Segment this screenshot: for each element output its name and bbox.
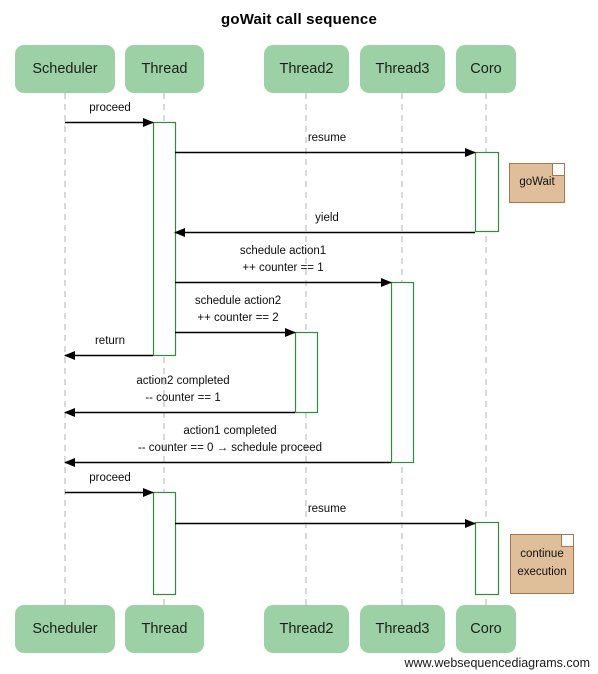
actor-footer-scheduler[interactable]: Scheduler xyxy=(15,605,115,653)
source-credit: www.websequencediagrams.com xyxy=(404,656,590,670)
message-label-1: resume xyxy=(308,130,346,147)
message-label-4: schedule action2 ++ counter == 2 xyxy=(195,293,281,327)
actor-header-scheduler[interactable]: Scheduler xyxy=(15,45,115,93)
note-text-line: execution xyxy=(517,566,567,578)
message-label-line: schedule action2 xyxy=(194,295,282,307)
actor-label: Scheduler xyxy=(32,61,98,77)
actor-label: Thread3 xyxy=(375,61,430,77)
message-label-8: proceed xyxy=(89,470,131,487)
actor-footer-thread3[interactable]: Thread3 xyxy=(360,605,445,653)
note-fold-corner-icon xyxy=(552,164,564,176)
message-label-6: action2 completed -- counter == 1 xyxy=(136,373,229,407)
message-label-line: yield xyxy=(315,212,339,224)
note-text-line: goWait xyxy=(519,176,555,189)
note-1: continue execution xyxy=(510,534,574,594)
message-label-line: ++ counter == 1 xyxy=(242,262,324,274)
activation-bar-thread xyxy=(152,491,177,596)
actor-label: Thread xyxy=(141,621,188,637)
note-fold-corner-icon xyxy=(561,535,573,547)
activation-bar-thread2 xyxy=(294,331,319,414)
actor-label: Thread xyxy=(141,61,188,77)
message-label-line: schedule action1 xyxy=(239,245,327,257)
message-label-line: proceed xyxy=(89,102,131,114)
actor-header-coro[interactable]: Coro xyxy=(456,45,516,93)
actor-label: Coro xyxy=(470,61,502,77)
message-label-line: return xyxy=(94,335,126,347)
message-label-5: return xyxy=(95,333,125,350)
message-label-line: proceed xyxy=(89,472,131,484)
actor-footer-thread[interactable]: Thread xyxy=(125,605,204,653)
activation-bar-coro xyxy=(474,151,500,233)
note-text-line: continue xyxy=(520,548,564,561)
message-label-line: -- counter == 0 → schedule proceed xyxy=(137,442,323,454)
message-label-line: -- counter == 1 xyxy=(145,392,221,404)
message-label-line: action2 completed xyxy=(136,375,230,387)
actor-label: Coro xyxy=(470,621,502,637)
message-label-9: resume xyxy=(308,501,346,518)
message-label-2: yield xyxy=(315,210,339,227)
message-label-line: ++ counter == 2 xyxy=(197,312,279,324)
note-0: goWait xyxy=(509,163,565,203)
activation-bar-thread3 xyxy=(390,281,415,464)
actor-header-thread2[interactable]: Thread2 xyxy=(264,45,349,93)
message-label-line: resume xyxy=(307,503,347,515)
actor-header-thread[interactable]: Thread xyxy=(125,45,204,93)
actor-label: Thread2 xyxy=(279,621,334,637)
actor-header-thread3[interactable]: Thread3 xyxy=(360,45,445,93)
message-label-7: action1 completed -- counter == 0 → sched… xyxy=(138,423,322,457)
message-label-3: schedule action1 ++ counter == 1 xyxy=(240,243,326,277)
actor-footer-thread2[interactable]: Thread2 xyxy=(264,605,349,653)
actor-label: Thread3 xyxy=(375,621,430,637)
message-label-0: proceed xyxy=(89,100,131,117)
actor-label: Scheduler xyxy=(32,621,98,637)
message-label-line: action1 completed xyxy=(183,425,277,437)
actor-label: Thread2 xyxy=(279,61,334,77)
activation-bar-thread xyxy=(152,121,177,357)
actor-footer-coro[interactable]: Coro xyxy=(456,605,516,653)
sequence-diagram: goWait call sequence Scheduler Thread Thre… xyxy=(0,0,598,674)
activation-bar-coro xyxy=(474,521,500,596)
lifelines-group xyxy=(64,93,487,605)
message-label-line: resume xyxy=(307,132,347,144)
